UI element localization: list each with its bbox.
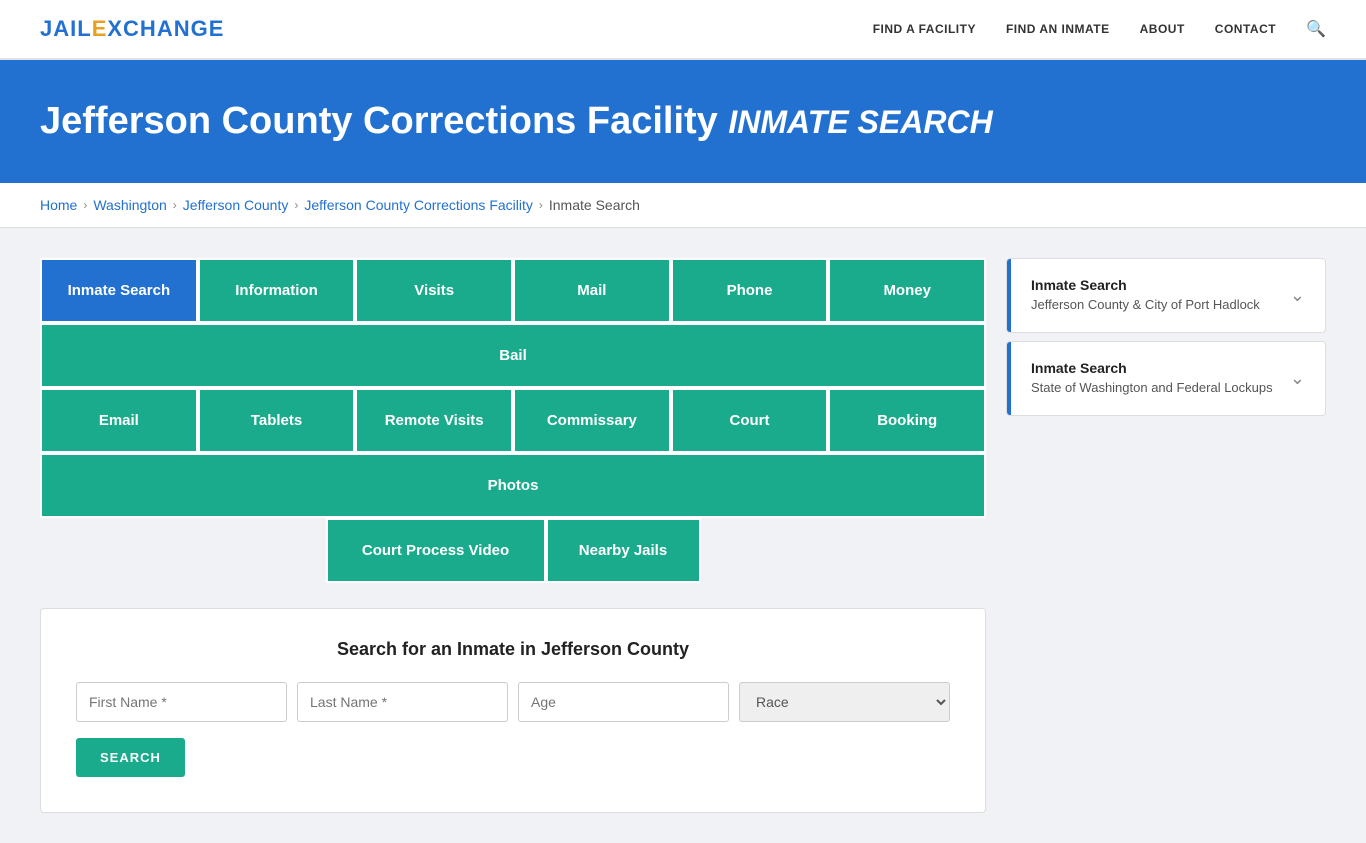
search-form-title: Search for an Inmate in Jefferson County [76, 639, 950, 660]
breadcrumb-facility[interactable]: Jefferson County Corrections Facility [304, 197, 533, 213]
breadcrumb-home[interactable]: Home [40, 197, 77, 213]
breadcrumb-sep-1: › [83, 198, 87, 212]
btn-inmate-search[interactable]: Inmate Search [40, 258, 198, 323]
hero-banner: Jefferson County Corrections Facility IN… [0, 60, 1366, 183]
chevron-down-icon-1: ⌄ [1290, 285, 1305, 306]
site-header: JAILEXCHANGE FIND A FACILITY FIND AN INM… [0, 0, 1366, 60]
logo[interactable]: JAILEXCHANGE [40, 16, 224, 42]
age-input[interactable] [518, 682, 729, 722]
breadcrumb-bar: Home › Washington › Jefferson County › J… [0, 183, 1366, 228]
btn-visits[interactable]: Visits [355, 258, 513, 323]
sidebar-item-1-title: Inmate Search [1031, 277, 1260, 293]
btn-information[interactable]: Information [198, 258, 356, 323]
nav-contact[interactable]: CONTACT [1215, 22, 1276, 36]
hero-title-italic: INMATE SEARCH [728, 104, 992, 140]
race-select[interactable]: Race White Black Hispanic Asian Native A… [739, 682, 950, 722]
sidebar-item-2[interactable]: Inmate Search State of Washington and Fe… [1007, 342, 1325, 415]
btn-commissary[interactable]: Commissary [513, 388, 671, 453]
btn-tablets[interactable]: Tablets [198, 388, 356, 453]
btn-bail[interactable]: Bail [40, 323, 986, 388]
logo-jail: JAIL [40, 16, 92, 41]
breadcrumb-current: Inmate Search [549, 197, 640, 213]
breadcrumb: Home › Washington › Jefferson County › J… [40, 197, 1326, 213]
sidebar-item-1-text: Inmate Search Jefferson County & City of… [1031, 277, 1260, 314]
nav-buttons-row-3: Court Process Video Nearby Jails [40, 518, 986, 583]
breadcrumb-sep-3: › [294, 198, 298, 212]
nav-buttons-row-1: Inmate Search Information Visits Mail Ph… [40, 258, 986, 388]
btn-court-process-video[interactable]: Court Process Video [326, 518, 546, 583]
sidebar-item-2-title: Inmate Search [1031, 360, 1273, 376]
breadcrumb-jefferson-county[interactable]: Jefferson County [183, 197, 289, 213]
breadcrumb-sep-4: › [539, 198, 543, 212]
btn-mail[interactable]: Mail [513, 258, 671, 323]
btn-email[interactable]: Email [40, 388, 198, 453]
breadcrumb-washington[interactable]: Washington [93, 197, 166, 213]
chevron-down-icon-2: ⌄ [1290, 368, 1305, 389]
nav-buttons-section: Inmate Search Information Visits Mail Ph… [40, 258, 986, 583]
logo-xchange: XCHANGE [107, 16, 224, 41]
sidebar-item-1-subtitle: Jefferson County & City of Port Hadlock [1031, 296, 1260, 314]
sidebar-item-2-text: Inmate Search State of Washington and Fe… [1031, 360, 1273, 397]
main-nav: FIND A FACILITY FIND AN INMATE ABOUT CON… [873, 19, 1326, 39]
search-fields: Race White Black Hispanic Asian Native A… [76, 682, 950, 722]
right-panel: Inmate Search Jefferson County & City of… [1006, 258, 1326, 813]
hero-title-main: Jefferson County Corrections Facility [40, 100, 718, 142]
first-name-input[interactable] [76, 682, 287, 722]
btn-nearby-jails[interactable]: Nearby Jails [546, 518, 701, 583]
page-title: Jefferson County Corrections Facility IN… [40, 100, 1326, 143]
left-panel: Inmate Search Information Visits Mail Ph… [40, 258, 986, 813]
btn-remote-visits[interactable]: Remote Visits [355, 388, 513, 453]
btn-money[interactable]: Money [828, 258, 986, 323]
sidebar-card-2: Inmate Search State of Washington and Fe… [1006, 341, 1326, 416]
nav-about[interactable]: ABOUT [1140, 22, 1185, 36]
sidebar-card-1: Inmate Search Jefferson County & City of… [1006, 258, 1326, 333]
nav-find-inmate[interactable]: FIND AN INMATE [1006, 22, 1110, 36]
nav-find-facility[interactable]: FIND A FACILITY [873, 22, 976, 36]
breadcrumb-sep-2: › [173, 198, 177, 212]
btn-court[interactable]: Court [671, 388, 829, 453]
btn-photos[interactable]: Photos [40, 453, 986, 518]
btn-booking[interactable]: Booking [828, 388, 986, 453]
search-form-container: Search for an Inmate in Jefferson County… [40, 608, 986, 813]
main-content: Inmate Search Information Visits Mail Ph… [0, 228, 1366, 843]
btn-phone[interactable]: Phone [671, 258, 829, 323]
search-button[interactable]: SEARCH [76, 738, 185, 777]
sidebar-item-1[interactable]: Inmate Search Jefferson County & City of… [1007, 259, 1325, 332]
logo-x: E [92, 16, 108, 41]
nav-buttons-row-2: Email Tablets Remote Visits Commissary C… [40, 388, 986, 518]
sidebar-item-2-subtitle: State of Washington and Federal Lockups [1031, 379, 1273, 397]
last-name-input[interactable] [297, 682, 508, 722]
search-icon[interactable]: 🔍 [1306, 19, 1326, 39]
